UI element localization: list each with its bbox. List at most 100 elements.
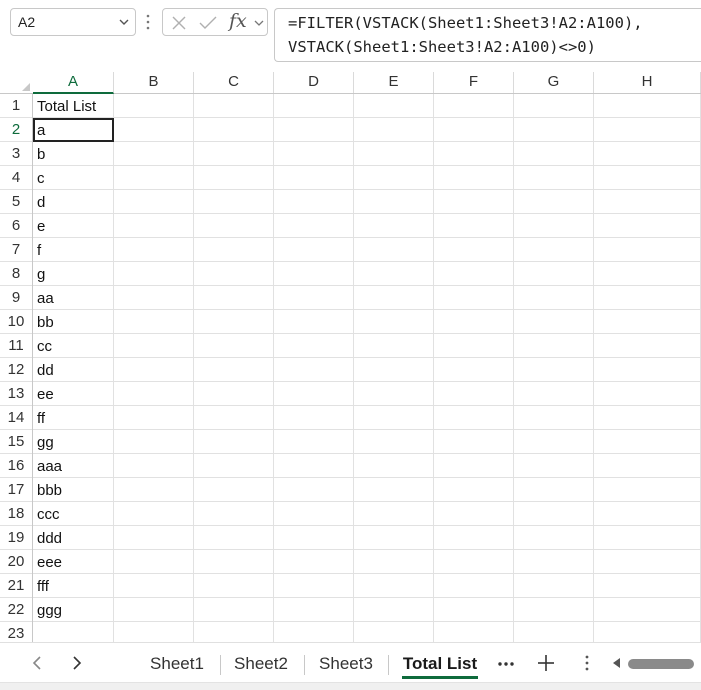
cell-f10[interactable] bbox=[434, 310, 514, 334]
row-header[interactable]: 4 bbox=[0, 166, 33, 190]
cell-d5[interactable] bbox=[274, 190, 354, 214]
row-header[interactable]: 21 bbox=[0, 574, 33, 598]
cell-h21[interactable] bbox=[594, 574, 701, 598]
column-header-g[interactable]: G bbox=[514, 72, 594, 93]
tab-sheet1[interactable]: Sheet1 bbox=[146, 651, 208, 679]
cell-h8[interactable] bbox=[594, 262, 701, 286]
column-header-e[interactable]: E bbox=[354, 72, 434, 93]
cell-a16[interactable]: aaa bbox=[33, 454, 114, 478]
cell-d16[interactable] bbox=[274, 454, 354, 478]
cell-e2[interactable] bbox=[354, 118, 434, 142]
cell-h14[interactable] bbox=[594, 406, 701, 430]
cell-f21[interactable] bbox=[434, 574, 514, 598]
cell-b9[interactable] bbox=[114, 286, 194, 310]
row-header[interactable]: 14 bbox=[0, 406, 33, 430]
cell-d17[interactable] bbox=[274, 478, 354, 502]
cell-d21[interactable] bbox=[274, 574, 354, 598]
row-header[interactable]: 7 bbox=[0, 238, 33, 262]
cell-h11[interactable] bbox=[594, 334, 701, 358]
cell-f8[interactable] bbox=[434, 262, 514, 286]
cell-c10[interactable] bbox=[194, 310, 274, 334]
chevron-left-icon[interactable] bbox=[30, 655, 44, 671]
cell-a14[interactable]: ff bbox=[33, 406, 114, 430]
cell-b15[interactable] bbox=[114, 430, 194, 454]
tab-total-list[interactable]: Total List bbox=[402, 651, 478, 679]
check-icon[interactable] bbox=[199, 15, 217, 31]
cell-a6[interactable]: e bbox=[33, 214, 114, 238]
cell-d4[interactable] bbox=[274, 166, 354, 190]
cell-c18[interactable] bbox=[194, 502, 274, 526]
cell-h7[interactable] bbox=[594, 238, 701, 262]
cell-e21[interactable] bbox=[354, 574, 434, 598]
cell-e5[interactable] bbox=[354, 190, 434, 214]
cell-f19[interactable] bbox=[434, 526, 514, 550]
cell-b6[interactable] bbox=[114, 214, 194, 238]
cell-e16[interactable] bbox=[354, 454, 434, 478]
cell-f4[interactable] bbox=[434, 166, 514, 190]
name-box[interactable]: A2 bbox=[10, 8, 136, 36]
select-all-corner[interactable] bbox=[0, 72, 33, 94]
cell-a8[interactable]: g bbox=[33, 262, 114, 286]
cell-h2[interactable] bbox=[594, 118, 701, 142]
cell-c9[interactable] bbox=[194, 286, 274, 310]
cell-b21[interactable] bbox=[114, 574, 194, 598]
cell-f7[interactable] bbox=[434, 238, 514, 262]
cell-d10[interactable] bbox=[274, 310, 354, 334]
cell-g5[interactable] bbox=[514, 190, 594, 214]
cell-h1[interactable] bbox=[594, 94, 701, 118]
row-header[interactable]: 15 bbox=[0, 430, 33, 454]
cell-c6[interactable] bbox=[194, 214, 274, 238]
cell-e23[interactable] bbox=[354, 622, 434, 642]
vertical-dots-icon[interactable] bbox=[145, 14, 151, 30]
cell-f2[interactable] bbox=[434, 118, 514, 142]
row-header[interactable]: 20 bbox=[0, 550, 33, 574]
cell-h18[interactable] bbox=[594, 502, 701, 526]
cell-c14[interactable] bbox=[194, 406, 274, 430]
cell-g4[interactable] bbox=[514, 166, 594, 190]
cell-a11[interactable]: cc bbox=[33, 334, 114, 358]
cell-c7[interactable] bbox=[194, 238, 274, 262]
cell-e13[interactable] bbox=[354, 382, 434, 406]
cell-a21[interactable]: fff bbox=[33, 574, 114, 598]
cell-d6[interactable] bbox=[274, 214, 354, 238]
cell-f15[interactable] bbox=[434, 430, 514, 454]
ellipsis-icon[interactable] bbox=[498, 661, 514, 667]
row-header[interactable]: 8 bbox=[0, 262, 33, 286]
cell-c21[interactable] bbox=[194, 574, 274, 598]
row-header[interactable]: 5 bbox=[0, 190, 33, 214]
cell-c23[interactable] bbox=[194, 622, 274, 642]
row-header[interactable]: 19 bbox=[0, 526, 33, 550]
cell-h13[interactable] bbox=[594, 382, 701, 406]
cell-d2[interactable] bbox=[274, 118, 354, 142]
cell-f23[interactable] bbox=[434, 622, 514, 642]
cell-g14[interactable] bbox=[514, 406, 594, 430]
cell-f3[interactable] bbox=[434, 142, 514, 166]
cell-d12[interactable] bbox=[274, 358, 354, 382]
cell-b7[interactable] bbox=[114, 238, 194, 262]
row-header[interactable]: 2 bbox=[0, 118, 33, 142]
cell-a3[interactable]: b bbox=[33, 142, 114, 166]
cell-h4[interactable] bbox=[594, 166, 701, 190]
chevron-right-icon[interactable] bbox=[70, 655, 84, 671]
cell-f17[interactable] bbox=[434, 478, 514, 502]
cell-c20[interactable] bbox=[194, 550, 274, 574]
cell-f14[interactable] bbox=[434, 406, 514, 430]
row-header[interactable]: 6 bbox=[0, 214, 33, 238]
cell-c11[interactable] bbox=[194, 334, 274, 358]
column-header-h[interactable]: H bbox=[594, 72, 701, 93]
vertical-dots-icon[interactable] bbox=[584, 655, 590, 671]
cell-d3[interactable] bbox=[274, 142, 354, 166]
chevron-down-icon[interactable] bbox=[119, 17, 129, 27]
cell-g1[interactable] bbox=[514, 94, 594, 118]
cell-e6[interactable] bbox=[354, 214, 434, 238]
cell-b11[interactable] bbox=[114, 334, 194, 358]
cell-f20[interactable] bbox=[434, 550, 514, 574]
cell-h22[interactable] bbox=[594, 598, 701, 622]
cell-h12[interactable] bbox=[594, 358, 701, 382]
cell-h23[interactable] bbox=[594, 622, 701, 642]
cell-e17[interactable] bbox=[354, 478, 434, 502]
cell-g15[interactable] bbox=[514, 430, 594, 454]
cell-h5[interactable] bbox=[594, 190, 701, 214]
cell-c19[interactable] bbox=[194, 526, 274, 550]
cell-b17[interactable] bbox=[114, 478, 194, 502]
